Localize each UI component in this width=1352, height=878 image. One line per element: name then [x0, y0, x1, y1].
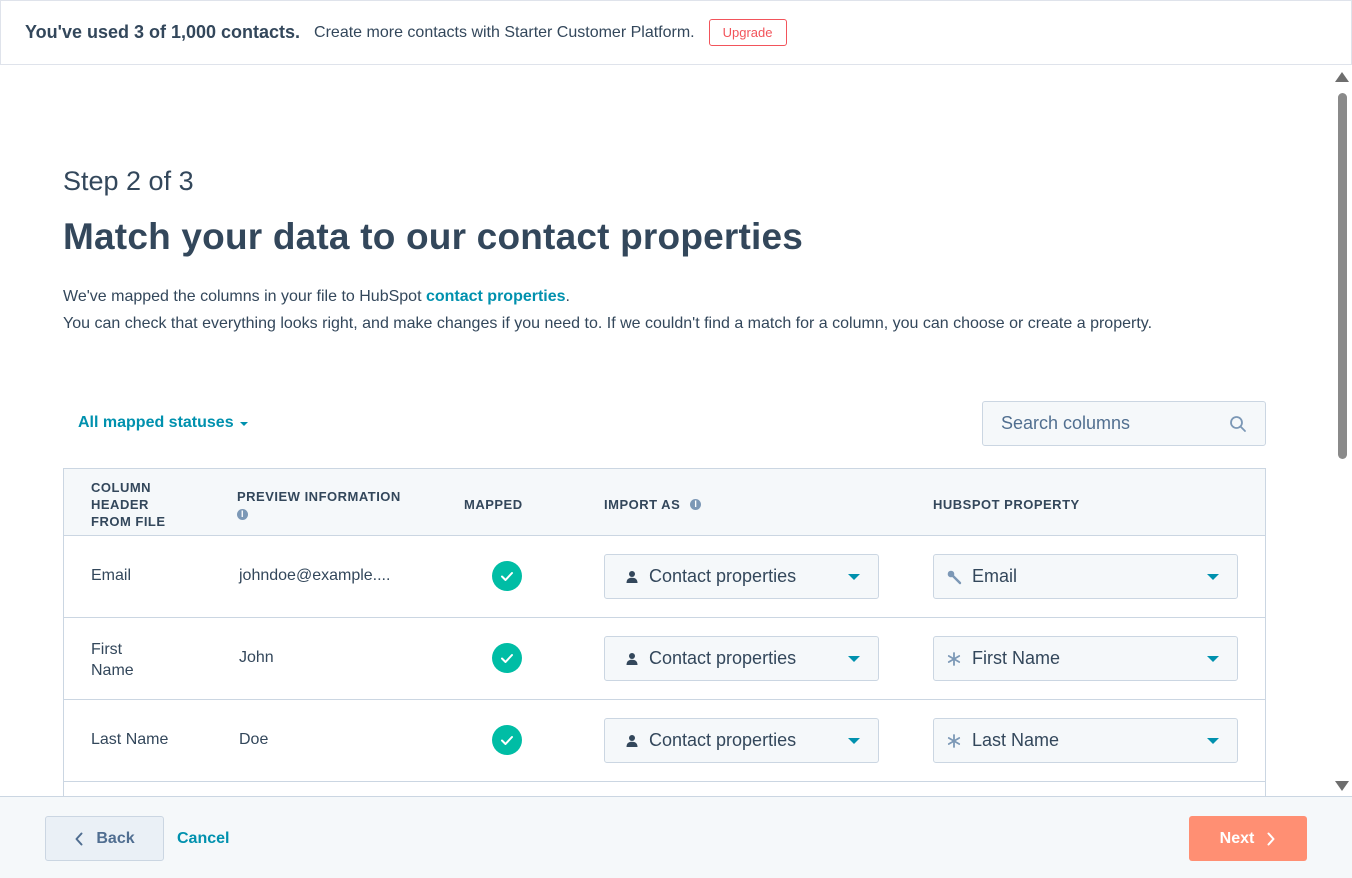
contact-icon [625, 570, 639, 584]
mapped-check-icon [492, 725, 522, 755]
caret-down-icon [848, 738, 860, 744]
column-name: Email [91, 567, 132, 584]
filter-label: All mapped statuses [78, 414, 234, 431]
import-as-value: Contact properties [649, 730, 797, 750]
column-name: First Name [91, 641, 134, 679]
description-period: . [565, 288, 570, 305]
column-name: Last Name [91, 731, 169, 748]
caret-down-icon [848, 656, 860, 662]
header-preview: PREVIEW INFORMATION i [237, 488, 401, 522]
search-columns-box [982, 401, 1266, 446]
mapping-table: COLUMN HEADER FROM FILE PREVIEW INFORMAT… [63, 468, 1266, 813]
import-as-value: Contact properties [649, 566, 797, 586]
hubspot-property-dropdown[interactable]: Email [933, 554, 1238, 599]
chevron-right-icon [1267, 832, 1275, 845]
property-value: First Name [972, 648, 1061, 668]
page-description: We've mapped the columns in your file to… [63, 283, 1152, 337]
mapped-check-icon [492, 643, 522, 673]
description-line-2: You can check that everything looks righ… [63, 315, 1153, 332]
header-import-as: IMPORT AS i [604, 496, 702, 513]
mapped-check-icon [492, 561, 522, 591]
table-row: First Name John Contact properties First… [64, 618, 1265, 700]
back-label: Back [96, 829, 135, 847]
search-input[interactable] [1001, 413, 1221, 434]
preview-value: johndoe@example.... [239, 567, 391, 584]
contact-icon [625, 652, 639, 666]
description-line-1: We've mapped the columns in your file to… [63, 283, 1152, 310]
contact-properties-link[interactable]: contact properties [426, 288, 566, 305]
preview-value: John [239, 649, 274, 666]
asterisk-icon [946, 733, 962, 749]
import-as-value: Contact properties [649, 648, 797, 668]
next-button[interactable]: Next [1189, 816, 1307, 861]
caret-down-icon [1207, 738, 1219, 744]
import-as-dropdown[interactable]: Contact properties [604, 636, 879, 681]
info-icon[interactable]: i [690, 498, 702, 510]
header-column-from-file: COLUMN HEADER FROM FILE [91, 480, 166, 529]
header-hubspot-property: HUBSPOT PROPERTY [933, 497, 1080, 512]
mapped-status-filter[interactable]: All mapped statuses [78, 414, 248, 432]
caret-down-icon [848, 574, 860, 580]
property-value: Email [972, 566, 1018, 586]
search-icon[interactable] [1229, 415, 1247, 433]
scroll-up-icon[interactable] [1335, 72, 1349, 82]
cancel-link[interactable]: Cancel [177, 830, 229, 848]
header-preview-label: PREVIEW INFORMATION [237, 489, 401, 504]
header-mapped: MAPPED [464, 497, 523, 512]
import-as-dropdown[interactable]: Contact properties [604, 554, 879, 599]
header-import-as-label: IMPORT AS [604, 497, 681, 512]
back-button[interactable]: Back [45, 816, 164, 861]
upgrade-message: Create more contacts with Starter Custom… [314, 23, 695, 41]
wizard-footer: Back Cancel Next [0, 796, 1352, 878]
property-value: Last Name [972, 730, 1060, 750]
usage-banner: You've used 3 of 1,000 contacts. Create … [0, 0, 1352, 65]
hubspot-property-dropdown[interactable]: First Name [933, 636, 1238, 681]
page-scrollbar[interactable] [1332, 65, 1352, 797]
table-row: Email johndoe@example.... Contact proper… [64, 536, 1265, 618]
caret-down-icon [1207, 656, 1219, 662]
usage-text: You've used 3 of 1,000 contacts. [25, 22, 301, 42]
table-header: COLUMN HEADER FROM FILE PREVIEW INFORMAT… [64, 469, 1265, 536]
table-row: Last Name Doe Contact properties Last Na… [64, 700, 1265, 782]
caret-down-icon [1207, 574, 1219, 580]
scroll-down-icon[interactable] [1335, 781, 1349, 791]
key-icon [946, 569, 962, 585]
preview-value: Doe [239, 731, 269, 748]
import-as-dropdown[interactable]: Contact properties [604, 718, 879, 763]
asterisk-icon [946, 651, 962, 667]
step-indicator: Step 2 of 3 [63, 166, 194, 196]
contact-icon [625, 734, 639, 748]
scroll-thumb[interactable] [1338, 93, 1347, 459]
caret-down-icon [239, 421, 248, 426]
next-label: Next [1219, 829, 1255, 847]
hubspot-property-dropdown[interactable]: Last Name [933, 718, 1238, 763]
chevron-left-icon [75, 832, 83, 845]
info-icon[interactable]: i [237, 509, 248, 521]
upgrade-button[interactable]: Upgrade [708, 19, 787, 46]
page-title: Match your data to our contact propertie… [63, 216, 804, 257]
description-text: We've mapped the columns in your file to… [63, 288, 426, 305]
